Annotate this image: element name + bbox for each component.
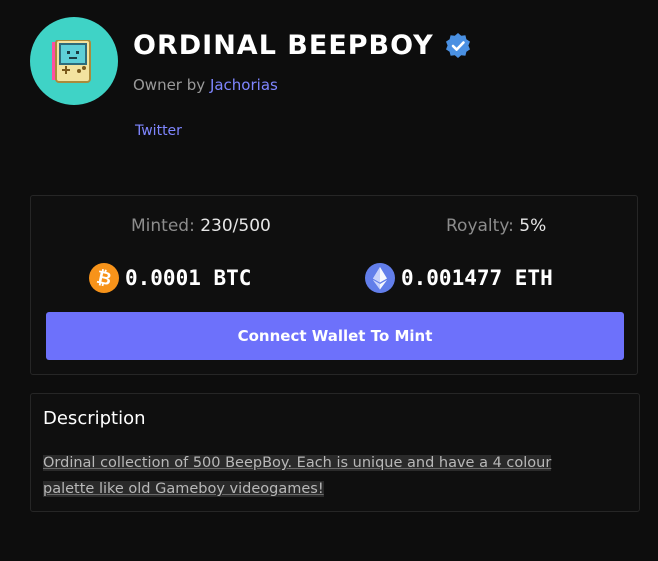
connect-wallet-button[interactable]: Connect Wallet To Mint	[46, 312, 624, 360]
minted-value: 230/500	[200, 216, 271, 236]
bitcoin-icon: ₿	[89, 263, 119, 293]
owner-prefix: Owner by	[133, 76, 206, 94]
royalty-value: 5%	[519, 216, 547, 236]
verified-badge-icon	[444, 32, 472, 60]
eth-price: 0.001477 ETH	[365, 263, 553, 293]
btc-price: ₿ 0.0001 BTC	[89, 263, 251, 293]
description-heading: Description	[43, 408, 146, 429]
royalty-stat: Royalty: 5%	[446, 216, 546, 236]
owner-row: Owner by Jachorias	[133, 76, 278, 94]
minted-stat: Minted: 230/500	[131, 216, 271, 236]
collection-title: ORDINAL BEEPBOY	[133, 30, 434, 61]
gameboy-avatar-icon	[52, 40, 91, 83]
description-panel: Description Ordinal collection of 500 Be…	[30, 393, 640, 512]
minted-label: Minted:	[131, 216, 195, 236]
btc-price-value: 0.0001 BTC	[125, 266, 252, 290]
description-text-container: Ordinal collection of 500 BeepBoy. Each …	[43, 450, 603, 502]
title-row: ORDINAL BEEPBOY	[133, 30, 472, 61]
description-text: Ordinal collection of 500 BeepBoy. Each …	[43, 455, 552, 497]
mint-panel: Minted: 230/500 Royalty: 5% ₿ 0.0001 BTC	[30, 195, 638, 375]
eth-price-value: 0.001477 ETH	[401, 266, 553, 290]
twitter-link[interactable]: Twitter	[135, 123, 182, 139]
collection-page: ORDINAL BEEPBOY Owner by Jachorias Twitt…	[0, 0, 658, 561]
collection-avatar	[30, 17, 118, 105]
ethereum-icon	[365, 263, 395, 293]
owner-link[interactable]: Jachorias	[210, 76, 278, 94]
royalty-label: Royalty:	[446, 216, 514, 236]
